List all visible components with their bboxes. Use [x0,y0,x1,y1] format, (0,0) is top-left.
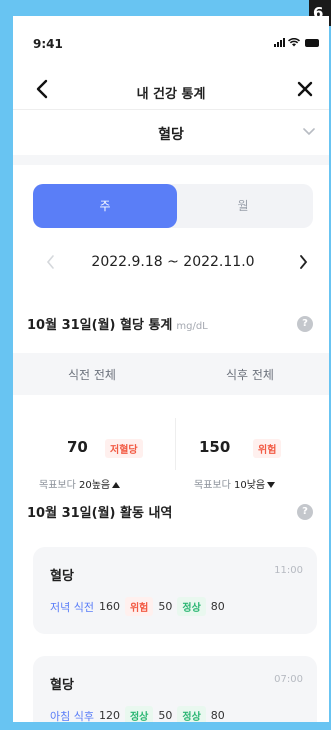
column-before-meal: 식전 전체 [68,368,116,382]
close-icon[interactable] [293,77,317,101]
reading-value: 120 [98,709,120,722]
tab-month[interactable]: 월 [173,184,313,228]
card-title: 혈당 [50,569,74,584]
arrow-up-icon [112,482,121,488]
status-badge: 위험 [124,597,154,616]
signal-icon [274,38,285,47]
device-frame: 6 9:41 내 건강 통계 혈당 월 주 2022.9.18 ~ 2022.1… [0,0,331,730]
status-bar: 9:41 [13,16,329,56]
status-badge: 정상 [177,706,206,722]
chevron-right-icon[interactable] [299,254,309,270]
help-icon[interactable]: ? [297,316,313,332]
stats-unit: mg/dL [176,321,208,332]
metric-selector[interactable]: 혈당 [13,110,329,154]
status-badge: 위험 [253,439,282,458]
activity-title: 10월 31일(월) 활동 내역 [27,506,173,521]
reading-value: 80 [210,600,225,613]
card-readings: 아침 식후 120 정상 50 정상 80 [50,706,225,722]
date-range-text: 2022.9.18 ~ 2022.11.0 [91,254,255,270]
arrow-down-icon [267,482,276,488]
reading-value: 80 [210,709,225,722]
date-range: 2022.9.18 ~ 2022.11.0 [33,246,313,278]
tab-week[interactable]: 주 [33,184,177,228]
page-title: 내 건강 통계 [136,87,206,102]
chevron-down-icon [303,128,315,136]
meal-label: 저녁 식전 [50,600,94,614]
status-badge: 정상 [177,597,206,616]
status-time: 9:41 [33,37,63,51]
before-meal-goal: 목표보다 20높음 [39,476,121,491]
stats-header-row: 식전 전체 식후 전체 [13,353,329,395]
section-separator [13,155,329,165]
reading-value: 50 [158,600,173,613]
status-icons [274,38,319,47]
stats-body: 70 저혈당 목표보다 20높음 150 위험 목표보다 10낮음 [13,396,329,496]
status-badge: 저혈당 [105,439,143,458]
before-meal-value: 70 [67,438,88,456]
after-meal-value: 150 [199,438,231,456]
wifi-icon [288,38,300,47]
column-after-meal: 식후 전체 [226,368,274,382]
activity-card[interactable]: 혈당 11:00 저녁 식전 160 위험 50 정상 80 [33,547,317,634]
after-meal-goal: 목표보다 10낮음 [194,476,276,491]
battery-icon [305,39,319,47]
app-screen: 9:41 내 건강 통계 혈당 월 주 2022.9.18 ~ 2022.11.… [13,16,329,722]
metric-selector-label: 혈당 [158,127,184,143]
stats-title: 10월 31일(월) 혈당 통계 [27,318,173,333]
card-title: 혈당 [50,678,74,693]
card-readings: 저녁 식전 160 위험 50 정상 80 [50,597,225,616]
status-badge: 정상 [124,706,154,722]
header: 내 건강 통계 [13,71,329,107]
activity-card[interactable]: 혈당 07:00 아침 식후 120 정상 50 정상 80 [33,656,317,722]
card-time: 11:00 [274,565,303,576]
card-time: 07:00 [274,674,303,685]
meal-label: 아침 식후 [50,709,94,723]
period-toggle: 월 주 [33,184,313,228]
reading-value: 160 [98,600,120,613]
stats-heading: 10월 31일(월) 혈당 통계 mg/dL [27,314,208,333]
column-divider [175,418,176,470]
reading-value: 50 [158,709,173,722]
help-icon[interactable]: ? [297,504,313,520]
